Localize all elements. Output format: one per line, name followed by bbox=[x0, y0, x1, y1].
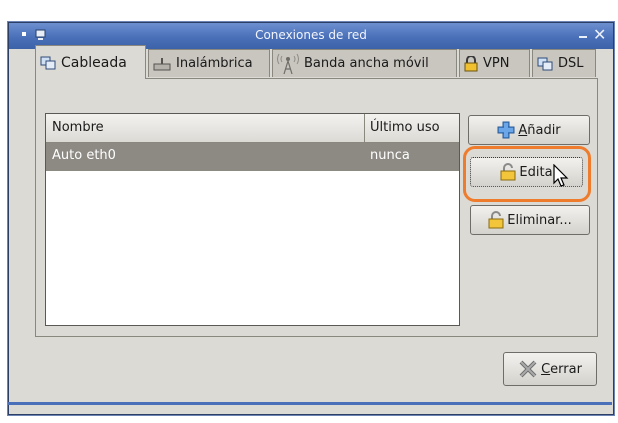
close-icon[interactable]: ✕ bbox=[593, 26, 607, 44]
antenna-icon bbox=[277, 53, 299, 74]
add-button[interactable]: Añadir bbox=[468, 115, 590, 145]
tab-label: VPN bbox=[483, 56, 510, 71]
close-button[interactable]: Cerrar bbox=[503, 352, 597, 386]
dsl-network-icon bbox=[537, 57, 553, 70]
plus-icon bbox=[497, 121, 515, 139]
tab-vpn[interactable]: VPN bbox=[459, 49, 530, 77]
tab-banda-ancha-movil[interactable]: Banda ancha móvil bbox=[272, 49, 457, 77]
window-bottom-border bbox=[8, 402, 612, 405]
tab-dsl[interactable]: DSL bbox=[532, 49, 596, 77]
tab-label: Cableada bbox=[61, 54, 127, 71]
table-row[interactable]: Auto eth0 nunca bbox=[46, 143, 459, 171]
tab-label: Banda ancha móvil bbox=[304, 56, 429, 71]
padlock-icon bbox=[500, 163, 516, 181]
delete-button-label: Eliminar... bbox=[507, 212, 572, 228]
connections-table[interactable]: Nombre Último uso Auto eth0 nunca bbox=[45, 113, 460, 326]
table-header: Nombre Último uso bbox=[46, 114, 459, 143]
tab-label: DSL bbox=[558, 56, 584, 71]
add-label-rest: ñadir bbox=[527, 122, 561, 138]
close-button-label: Cerrar bbox=[541, 362, 582, 377]
add-button-label: Añadir bbox=[518, 123, 560, 138]
close-label-rest: errar bbox=[550, 361, 582, 377]
lock-icon bbox=[464, 55, 478, 71]
add-mnemonic: A bbox=[518, 122, 528, 138]
wireless-card-icon bbox=[153, 57, 171, 70]
column-header-nombre[interactable]: Nombre bbox=[52, 120, 104, 135]
window-title: Conexiones de red bbox=[255, 28, 367, 42]
delete-button[interactable]: Eliminar... bbox=[470, 205, 590, 235]
tab-label: Inalámbrica bbox=[176, 56, 253, 71]
tab-cableada[interactable]: Cableada bbox=[35, 45, 146, 79]
close-mnemonic: C bbox=[541, 361, 551, 377]
row-name: Auto eth0 bbox=[52, 148, 116, 163]
edit-button-label: Edita bbox=[519, 164, 553, 180]
wired-network-icon bbox=[40, 56, 56, 69]
minimize-icon[interactable] bbox=[579, 36, 587, 38]
tab-inalambrica[interactable]: Inalámbrica bbox=[148, 49, 270, 77]
row-last-used: nunca bbox=[370, 148, 410, 163]
padlock-icon bbox=[488, 211, 504, 229]
column-separator bbox=[364, 114, 365, 142]
x-icon bbox=[519, 360, 537, 378]
column-header-ultimo-uso[interactable]: Último uso bbox=[370, 120, 440, 135]
mouse-cursor-icon bbox=[553, 164, 569, 187]
